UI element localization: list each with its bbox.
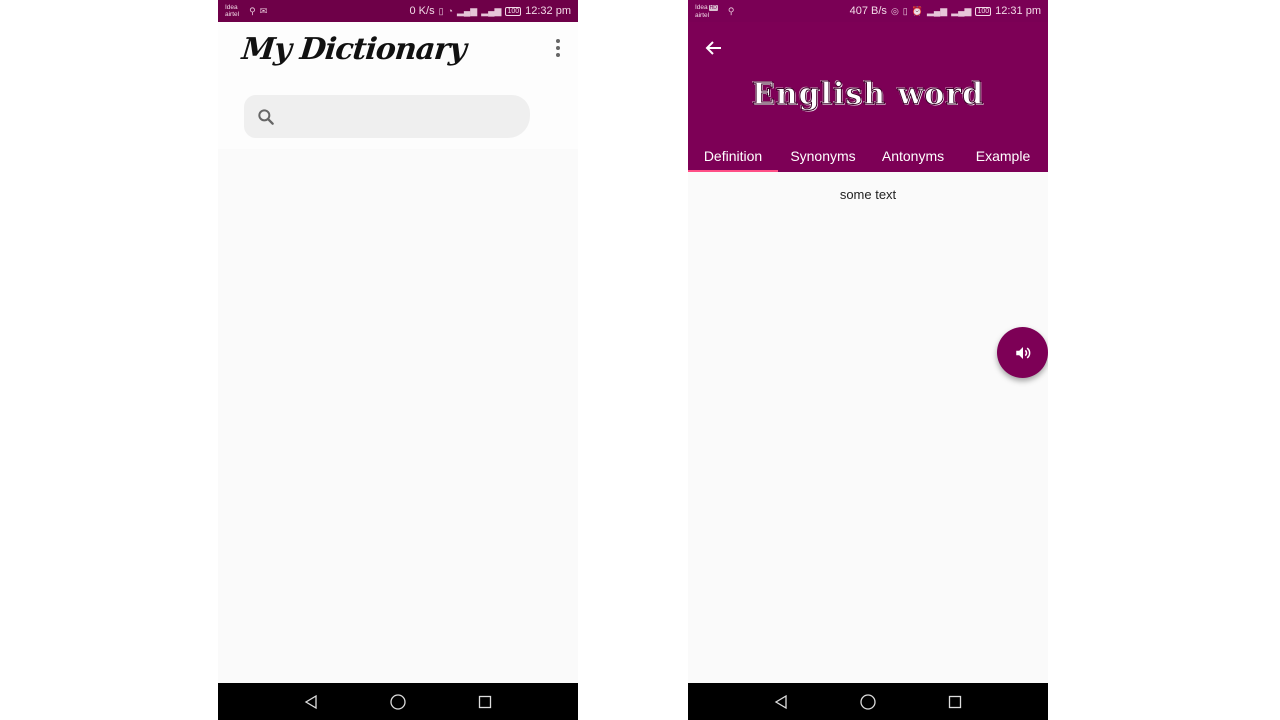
recents-nav-icon[interactable] — [945, 692, 965, 712]
search-bar[interactable] — [244, 95, 530, 138]
carrier-info: Idea HD airtel — [695, 4, 718, 19]
network-speed: 0 K/s — [409, 5, 435, 17]
status-bar: Idea HD airtel ⚲ 407 B/s ◎ ▯ ⏰ ▂▄▆ ▂▄▆ 10… — [688, 0, 1048, 22]
signal-icon-2: ▂▄▆ — [951, 5, 972, 16]
hotspot-icon: ◎ — [890, 5, 899, 16]
home-nav-icon[interactable] — [388, 692, 408, 712]
carrier-bottom: airtel — [225, 11, 240, 18]
navigation-bar — [688, 683, 1048, 720]
clock: 12:31 pm — [995, 5, 1041, 17]
wifi-icon: ◔ — [447, 6, 453, 16]
arrow-back-icon[interactable] — [702, 36, 726, 60]
tab-bar: Definition Synonyms Antonyms Example — [688, 141, 1048, 172]
app-title: My Dictionary — [240, 32, 468, 67]
hd-badge: HD — [708, 4, 718, 11]
carrier-bottom: airtel — [695, 11, 710, 19]
carrier-top: Idea — [695, 3, 708, 11]
search-input[interactable] — [282, 107, 526, 126]
definition-text: some text — [839, 187, 897, 202]
battery-icon: 100 — [975, 6, 992, 16]
tab-definition[interactable]: Definition — [688, 141, 778, 172]
back-nav-icon[interactable] — [771, 692, 791, 712]
alarm-icon: ⏰ — [911, 5, 923, 16]
app-bar: My Dictionary — [218, 22, 578, 149]
navigation-bar — [218, 683, 578, 720]
right-screen: Idea HD airtel ⚲ 407 B/s ◎ ▯ ⏰ ▂▄▆ ▂▄▆ 10… — [688, 0, 1048, 720]
clock: 12:32 pm — [525, 5, 571, 17]
volume-up-icon — [1015, 346, 1030, 359]
signal-icon-2: ▂▄▆ — [481, 5, 502, 16]
back-nav-icon[interactable] — [301, 692, 321, 712]
home-nav-icon[interactable] — [858, 692, 878, 712]
speak-button[interactable] — [997, 327, 1048, 378]
usb-icon: ⚲ — [727, 5, 735, 16]
more-vert-icon[interactable] — [550, 38, 566, 58]
status-bar: Idea airtel ⚲ ✉ 0 K/s ▯ ◔ ▂▄▆ ▂▄▆ 100 12… — [218, 0, 578, 22]
word-title: English word — [751, 77, 985, 113]
carrier-info: Idea airtel — [225, 4, 239, 18]
battery-icon: 100 — [505, 6, 522, 16]
usb-icon: ⚲ — [249, 5, 256, 16]
vibrate-icon: ▯ — [902, 5, 908, 16]
tab-antonyms[interactable]: Antonyms — [868, 141, 958, 172]
search-icon — [258, 108, 274, 125]
recents-nav-icon[interactable] — [475, 692, 495, 712]
signal-icon: ▂▄▆ — [456, 5, 478, 16]
signal-icon: ▂▄▆ — [926, 5, 948, 16]
mail-icon: ✉ — [259, 5, 268, 16]
tab-example[interactable]: Example — [958, 141, 1048, 172]
vibrate-icon: ▯ — [438, 5, 444, 16]
left-screen: Idea airtel ⚲ ✉ 0 K/s ▯ ◔ ▂▄▆ ▂▄▆ 100 12… — [218, 0, 578, 720]
network-speed: 407 B/s — [849, 5, 887, 17]
carrier-top: Idea — [225, 4, 238, 11]
word-header: English word Definition Synonyms Antonym… — [688, 22, 1048, 172]
tab-synonyms[interactable]: Synonyms — [778, 141, 868, 172]
